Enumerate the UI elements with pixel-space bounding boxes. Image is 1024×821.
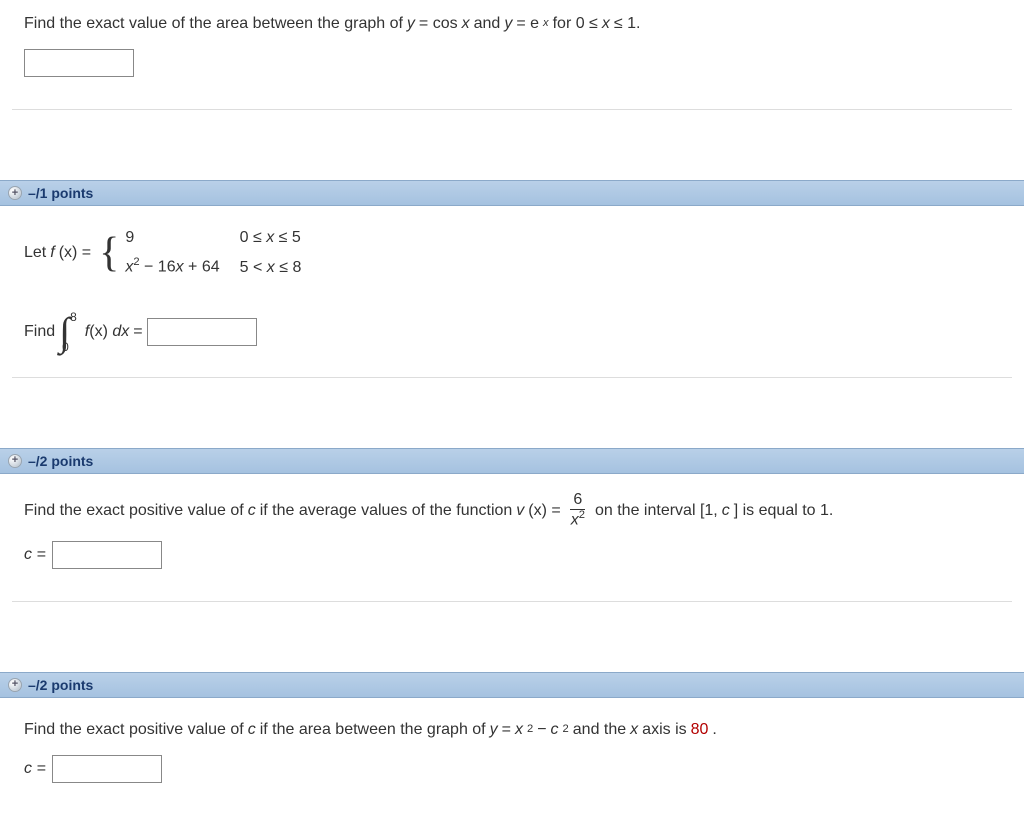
q4-c2: and the	[573, 716, 626, 743]
q2-r1a: 0 ≤	[240, 229, 267, 246]
q1-answer-row	[12, 47, 1012, 95]
q2-dx: dx	[112, 323, 129, 340]
q4-b: if the area between the graph of	[260, 716, 486, 743]
divider	[12, 601, 1012, 602]
q1-eq-cos: = cos	[419, 10, 458, 37]
q3-frac-den: x2	[568, 510, 588, 529]
q3-v: v	[516, 497, 524, 524]
q1-exp: x	[543, 14, 549, 33]
left-brace-icon: {	[99, 232, 119, 274]
q1-xvar: x	[602, 10, 610, 37]
q2-paren: (x) =	[59, 239, 91, 266]
q4-period: .	[712, 716, 716, 743]
q4-xaxis: x	[630, 716, 638, 743]
question-4: Find the exact positive value of c if th…	[0, 698, 1024, 821]
q1-x1: x	[462, 10, 470, 37]
q2-answer-input[interactable]	[147, 318, 257, 346]
q4-points-text: –/2 points	[28, 677, 93, 693]
q2-r2rc: ≤ 8	[275, 259, 302, 276]
q4-y: y	[490, 716, 498, 743]
question-1: Find the exact value of the area between…	[0, 0, 1024, 130]
q1-y1: y	[407, 10, 415, 37]
q1-and: and	[474, 10, 501, 37]
q4-points-bar: + –/2 points	[0, 672, 1024, 698]
expand-icon[interactable]: +	[8, 186, 22, 200]
q4-c: c	[551, 716, 559, 743]
q2-find: Find	[24, 318, 55, 345]
q2-f: f	[50, 239, 54, 266]
q2-r2ra: 5 <	[240, 259, 267, 276]
q3-c: on the interval [1,	[595, 497, 718, 524]
divider	[12, 109, 1012, 110]
q4-a: Find the exact positive value of	[24, 716, 244, 743]
q3-answer-row: c =	[12, 539, 1012, 587]
q4-c-eq: c =	[24, 760, 46, 778]
integral-symbol: ∫	[59, 314, 70, 350]
q3-c-eq: c =	[24, 546, 46, 564]
q4-minus: −	[537, 716, 546, 743]
q2-row1-right: 0 ≤ x ≤ 5	[240, 224, 302, 251]
q3-d: ] is equal to 1.	[734, 497, 834, 524]
q1-for: for 0 ≤	[553, 10, 598, 37]
q3-frac-num: 6	[570, 492, 585, 510]
q3-points-bar: + –/2 points	[0, 448, 1024, 474]
q2-row1-left: 9	[125, 224, 219, 251]
q4-x-exp: 2	[527, 720, 533, 739]
q4-prompt: Find the exact positive value of c if th…	[12, 706, 1012, 753]
q2-row2-right: 5 < x ≤ 8	[240, 254, 302, 281]
q2-r2rb: x	[267, 259, 275, 276]
q2-int-x: (x)	[89, 323, 112, 340]
q2-row2-left: x2 − 16x + 64	[125, 253, 219, 281]
q2-equals: =	[133, 318, 142, 345]
q3-vx: (x) =	[528, 497, 560, 524]
q3-den-exp: 2	[579, 509, 585, 521]
int-upper: 8	[70, 311, 77, 323]
q4-answer-input[interactable]	[52, 755, 162, 783]
q3-a: Find the exact positive value of	[24, 497, 244, 524]
q2-points-text: –/1 points	[28, 185, 93, 201]
q2-r2ld: + 64	[184, 259, 220, 276]
q2-points-bar: + –/1 points	[0, 180, 1024, 206]
q1-y2: y	[504, 10, 512, 37]
q2-r1b: x	[266, 229, 274, 246]
q3-c2: c	[722, 497, 730, 524]
q4-c1: c	[248, 716, 256, 743]
q2-r2lb: − 16	[140, 259, 176, 276]
q3-c1: c	[248, 497, 256, 524]
spacer	[0, 622, 1024, 672]
q2-r1c: ≤ 5	[274, 229, 301, 246]
q4-eq: =	[502, 716, 511, 743]
q1-text-a: Find the exact value of the area between…	[24, 10, 403, 37]
q2-piecewise-def: Let f(x) = { 9 0 ≤ x ≤ 5 x2 − 16x + 64 5…	[12, 214, 1012, 291]
q4-x: x	[515, 716, 523, 743]
q3-prompt: Find the exact positive value of c if th…	[12, 482, 1012, 539]
q2-find-row: Find ∫ 8 0 f(x) dx =	[12, 291, 1012, 363]
integral-icon: ∫ 8 0	[59, 311, 77, 353]
spacer	[0, 130, 1024, 180]
expand-icon[interactable]: +	[8, 454, 22, 468]
q4-d: axis is	[642, 716, 686, 743]
q4-answer-row: c =	[12, 753, 1012, 801]
divider	[12, 377, 1012, 378]
q1-end: ≤ 1.	[614, 10, 641, 37]
expand-icon[interactable]: +	[8, 678, 22, 692]
q3-fraction: 6 x2	[568, 492, 588, 529]
q4-eighty: 80	[691, 716, 709, 743]
question-3: Find the exact positive value of c if th…	[0, 474, 1024, 622]
q1-answer-input[interactable]	[24, 49, 134, 77]
q3-b: if the average values of the function	[260, 497, 513, 524]
q1-eq-e: = e	[516, 10, 539, 37]
q2-let: Let	[24, 239, 46, 266]
q3-answer-input[interactable]	[52, 541, 162, 569]
question-2: Let f(x) = { 9 0 ≤ x ≤ 5 x2 − 16x + 64 5…	[0, 206, 1024, 398]
q1-prompt: Find the exact value of the area between…	[12, 8, 1012, 47]
q2-integrand: f(x) dx	[85, 318, 129, 345]
spacer	[0, 398, 1024, 448]
q3-points-text: –/2 points	[28, 453, 93, 469]
q4-c-exp: 2	[563, 720, 569, 739]
q2-r2lc: x	[176, 259, 184, 276]
q3-den-x: x	[571, 511, 579, 528]
q2-piecewise-grid: 9 0 ≤ x ≤ 5 x2 − 16x + 64 5 < x ≤ 8	[125, 224, 301, 281]
